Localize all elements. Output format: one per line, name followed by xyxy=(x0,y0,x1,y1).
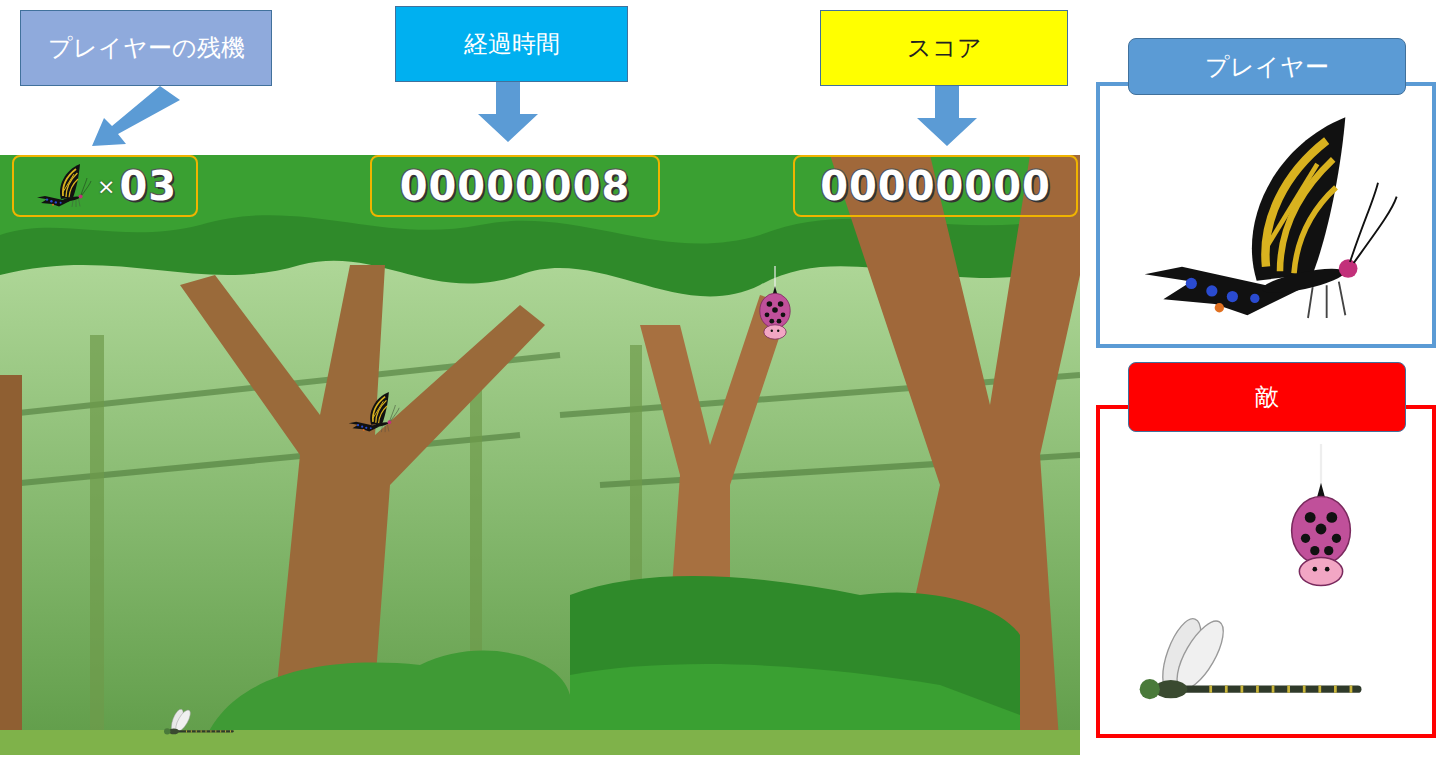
enemy-spider-icon xyxy=(755,265,795,355)
forest-background xyxy=(0,155,1080,755)
legend-label: プレイヤー xyxy=(1128,38,1406,95)
hud-bar: ×03 00000008 00000000 xyxy=(0,155,1080,219)
times-mark: × xyxy=(97,174,115,199)
arrow-icon xyxy=(395,82,628,144)
spider-icon xyxy=(1276,444,1366,614)
dragonfly-icon xyxy=(1121,614,1371,724)
butterfly-icon xyxy=(33,162,93,210)
player-butterfly-icon[interactable] xyxy=(345,390,401,435)
butterfly-icon xyxy=(1126,105,1406,335)
legend-column: プレイヤー敵 xyxy=(1096,0,1446,763)
score-value: 00000000 xyxy=(820,163,1051,209)
score: 00000000 xyxy=(793,155,1078,217)
callout-label: プレイヤーの残機 xyxy=(20,10,272,86)
callout: 経過時間 xyxy=(395,6,628,144)
callout: プレイヤーの残機 xyxy=(20,10,272,148)
enemy-legend: 敵 xyxy=(1096,362,1446,738)
callout-row: プレイヤーの残機 経過時間 スコア xyxy=(0,0,1080,155)
legend-card xyxy=(1096,405,1436,738)
annotated-game-screen: プレイヤーの残機 経過時間 スコア ×03 00000008 00000000 プレイヤー敵 xyxy=(0,0,1446,763)
player-legend: プレイヤー xyxy=(1096,38,1446,348)
time-value: 00000008 xyxy=(400,163,631,209)
game-screen: ×03 00000008 00000000 xyxy=(0,155,1080,755)
elapsed-time: 00000008 xyxy=(370,155,660,217)
game-column: プレイヤーの残機 経過時間 スコア ×03 00000008 00000000 xyxy=(0,0,1080,763)
callout-label: 経過時間 xyxy=(395,6,628,82)
arrow-icon xyxy=(20,86,272,148)
callout: スコア xyxy=(820,10,1068,148)
legend-label: 敵 xyxy=(1128,362,1406,432)
lives-count: 03 xyxy=(119,163,177,209)
arrow-icon xyxy=(820,86,1068,148)
lives-counter: ×03 xyxy=(12,155,198,217)
legend-card xyxy=(1096,82,1436,348)
callout-label: スコア xyxy=(820,10,1068,86)
enemy-dragonfly-icon xyxy=(160,705,235,745)
